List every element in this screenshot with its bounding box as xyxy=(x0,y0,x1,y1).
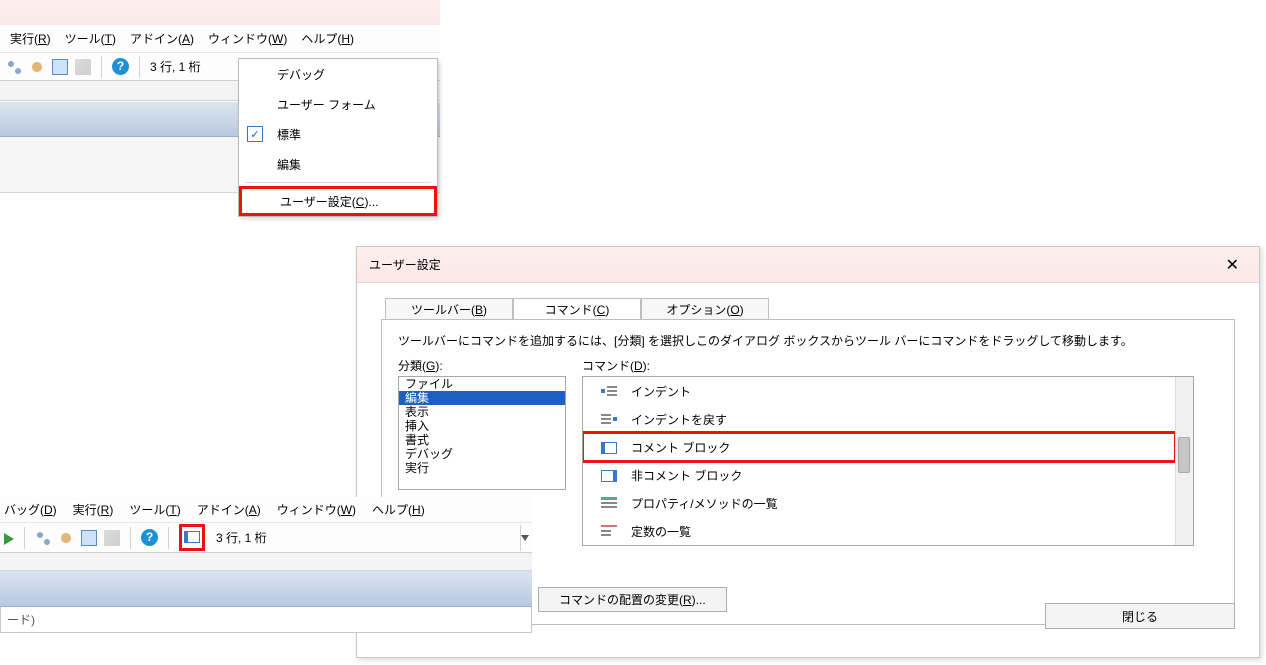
command-item[interactable]: インデントを戻す xyxy=(583,405,1175,433)
command-label: インデントを戻す xyxy=(631,411,727,428)
cursor-position: 3 行, 1 桁 xyxy=(216,529,267,546)
category-item[interactable]: 表示 xyxy=(399,405,565,419)
standard-toolbar-2: 3 行, 1 桁 xyxy=(0,523,532,553)
menu-debug[interactable]: バッグ(D) xyxy=(4,501,57,518)
menu-tools[interactable]: ツール(T) xyxy=(129,501,180,518)
rearrange-commands-button[interactable]: コマンドの配置の変更(R)... xyxy=(538,587,727,612)
close-icon[interactable]: ✕ xyxy=(1218,251,1247,279)
cursor-position: 3 行, 1 桁 xyxy=(150,58,201,75)
menubar-2: バッグ(D) 実行(R) ツール(T) アドイン(A) ウィンドウ(W) ヘルプ… xyxy=(0,497,532,523)
hand-icon[interactable] xyxy=(29,59,45,75)
controls-icon[interactable] xyxy=(35,530,51,546)
chevron-down-icon xyxy=(521,535,529,541)
list-icon xyxy=(601,497,617,509)
instruction-text: ツールバーにコマンドを追加するには、[分類] を選択しこのダイアログ ボックスか… xyxy=(398,332,1218,349)
tab-commands[interactable]: コマンド(C) xyxy=(513,298,641,320)
menu-help[interactable]: ヘルプ(H) xyxy=(372,501,425,518)
const-icon xyxy=(601,525,617,537)
menu-tools[interactable]: ツール(T) xyxy=(65,30,116,47)
menu-run[interactable]: 実行(R) xyxy=(10,30,51,47)
toolbar-separator xyxy=(101,56,102,78)
category-item[interactable]: 挿入 xyxy=(399,419,565,433)
tool-icon[interactable] xyxy=(75,59,91,75)
editor-bottom-fragment: バッグ(D) 実行(R) ツール(T) アドイン(A) ウィンドウ(W) ヘルプ… xyxy=(0,497,532,633)
dropdown-item-debug[interactable]: デバッグ xyxy=(239,59,437,89)
command-item[interactable]: 非コメント ブロック xyxy=(583,461,1175,489)
toolbar-separator xyxy=(139,56,140,78)
controls-icon[interactable] xyxy=(6,59,22,75)
form-icon[interactable] xyxy=(52,59,68,75)
indent-icon xyxy=(601,385,617,397)
menu-addins[interactable]: アドイン(A) xyxy=(130,30,194,47)
command-label: インデント xyxy=(631,383,691,400)
tab-toolbars[interactable]: ツールバー(B) xyxy=(385,298,513,320)
command-item[interactable]: インデント xyxy=(583,377,1175,405)
help-icon[interactable] xyxy=(141,529,158,546)
titlebar-strip xyxy=(0,0,440,25)
command-label: コメント ブロック xyxy=(631,439,730,456)
menu-window[interactable]: ウィンドウ(W) xyxy=(208,30,287,47)
dropdown-item-customize[interactable]: ユーザー設定(C)... xyxy=(239,186,437,216)
dropdown-strip xyxy=(0,553,532,571)
command-label: プロパティ/メソッドの一覧 xyxy=(631,495,778,512)
command-item[interactable]: コメント ブロック xyxy=(583,433,1175,461)
dialog-title: ユーザー設定 xyxy=(369,256,441,273)
dropdown-item-userform[interactable]: ユーザー フォーム xyxy=(239,89,437,119)
categories-listbox[interactable]: ファイル編集表示挿入書式デバッグ実行 xyxy=(398,376,566,490)
menu-help[interactable]: ヘルプ(H) xyxy=(301,30,354,47)
comment-block-icon xyxy=(184,531,200,543)
category-item[interactable]: 書式 xyxy=(399,433,565,447)
comment-block-button[interactable] xyxy=(179,524,205,551)
run-icon[interactable] xyxy=(4,533,14,545)
menu-addins[interactable]: アドイン(A) xyxy=(197,501,261,518)
help-icon[interactable] xyxy=(112,58,129,75)
command-item[interactable]: プロパティ/メソッドの一覧 xyxy=(583,489,1175,517)
category-item[interactable]: ファイル xyxy=(399,377,565,391)
toolbar-overflow[interactable] xyxy=(520,525,528,551)
category-item[interactable]: デバッグ xyxy=(399,447,565,461)
scrollbar[interactable] xyxy=(1175,377,1193,545)
toolbar-separator xyxy=(168,527,169,549)
category-item[interactable]: 実行 xyxy=(399,461,565,475)
dropdown-separator xyxy=(245,182,431,183)
check-icon: ✓ xyxy=(247,126,263,142)
menubar: 実行(R) ツール(T) アドイン(A) ウィンドウ(W) ヘルプ(H) xyxy=(0,25,440,53)
command-label: 非コメント ブロック xyxy=(631,467,742,484)
hand-icon[interactable] xyxy=(58,530,74,546)
tool-icon[interactable] xyxy=(104,530,120,546)
dropdown-item-standard[interactable]: ✓ 標準 xyxy=(239,119,437,149)
code-tab-label: ード) xyxy=(0,607,532,633)
dialog-titlebar[interactable]: ユーザー設定 ✕ xyxy=(357,247,1259,283)
commands-listbox[interactable]: インデントインデントを戻すコメント ブロック非コメント ブロックプロパティ/メソ… xyxy=(582,376,1194,546)
command-item[interactable]: 定数の一覧 xyxy=(583,517,1175,545)
menu-window[interactable]: ウィンドウ(W) xyxy=(277,501,356,518)
scrollbar-thumb[interactable] xyxy=(1178,437,1190,473)
form-icon[interactable] xyxy=(81,530,97,546)
menu-run[interactable]: 実行(R) xyxy=(73,501,114,518)
command-label: 定数の一覧 xyxy=(631,523,691,540)
comment-icon xyxy=(601,442,617,454)
toolbar-separator xyxy=(24,527,25,549)
outdent-icon xyxy=(601,413,617,425)
toolbars-dropdown: デバッグ ユーザー フォーム ✓ 標準 編集 ユーザー設定(C)... xyxy=(238,58,438,217)
code-pane-header xyxy=(0,571,532,607)
close-button[interactable]: 閉じる xyxy=(1045,603,1235,629)
categories-label: 分類(G): xyxy=(398,357,566,374)
toolbar-separator xyxy=(130,527,131,549)
tab-options[interactable]: オプション(O) xyxy=(641,298,769,320)
uncomment-icon xyxy=(601,470,617,482)
category-item[interactable]: 編集 xyxy=(399,391,565,405)
dropdown-item-edit[interactable]: 編集 xyxy=(239,149,437,179)
commands-label: コマンド(D): xyxy=(582,357,1194,374)
editor-top-fragment: 実行(R) ツール(T) アドイン(A) ウィンドウ(W) ヘルプ(H) 3 行… xyxy=(0,0,440,193)
dialog-tabs: ツールバー(B) コマンド(C) オプション(O) xyxy=(385,297,1235,319)
